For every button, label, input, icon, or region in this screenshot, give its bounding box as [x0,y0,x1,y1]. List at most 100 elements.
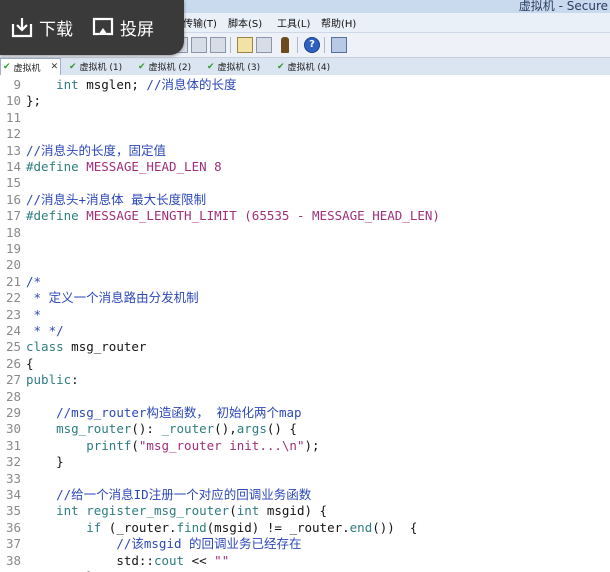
code-line: 19 [0,241,610,257]
menu-item[interactable]: 帮助(H) [321,15,356,30]
code-line: 37 //该msgid 的回调业务已经存在 [0,536,610,552]
code-text: printf("msg_router init...\n"); [86,437,320,453]
code-line: 11 [0,110,610,126]
code-line: 10}; [0,93,610,109]
code-text: /* [26,273,42,289]
keymap-icon[interactable] [281,37,289,53]
code-text: int register_msg_router(int msgid) { [56,503,328,519]
download-icon [11,18,33,38]
menu-item[interactable]: 脚本(S) [228,15,262,30]
line-number: 37 [5,536,21,552]
code-line: 35 int register_msg_router(int msgid) { [0,503,610,519]
code-text: { [26,355,34,371]
session-tab[interactable]: ✔ 虚拟机 (3) [205,59,260,74]
print-icon[interactable] [210,37,226,53]
line-number: 30 [5,421,21,437]
help-icon[interactable]: ? [304,37,320,53]
code-line: 13 //消息头的长度，固定值 [0,143,610,159]
session-tab[interactable]: ✔ 虚拟机 (2) [136,59,191,74]
line-number: 32 [5,454,21,470]
session-tab-label: 虚拟机 (2) [148,63,192,73]
code-line: 32 } [0,454,610,470]
line-number: 20 [5,257,21,273]
sftp-icon[interactable] [331,37,347,53]
line-number: 31 [5,437,21,453]
terminal-code-view[interactable]: 9 int msglen; //消息体的长度 10}; 11 12 13 //消息头的长度… [0,75,610,572]
line-number: 12 [5,126,21,142]
code-line: 27 public: [0,372,610,388]
code-text: msg_router(): _router(),args() { [56,421,297,437]
session-tab-label: 虚拟机 [13,63,41,74]
line-number: 18 [5,224,21,240]
close-tab-icon[interactable]: ✕ [51,62,59,72]
line-number: 19 [5,241,21,256]
line-number: 36 [5,519,21,535]
code-line: 16 //消息头+消息体 最大长度限制 [0,192,610,208]
code-line: 38 std::cout << "" [0,553,610,569]
menu-item[interactable]: 传输(T) [183,15,217,30]
cast-button[interactable]: 投屏 [91,14,154,40]
print-setup-icon[interactable] [191,37,207,53]
code-line: 28 [0,389,610,405]
code-line: 25 class msg_router [0,339,610,355]
code-line: 17 #define MESSAGE_LENGTH_LIMIT (65535 - … [0,208,610,224]
cast-icon [92,17,114,36]
code-text: //msg_router构造函数， 初始化两个map [56,405,302,420]
line-number: 29 [5,405,21,420]
code-text: #define MESSAGE_HEAD_LEN 8 [26,159,222,174]
code-text: * */ [26,323,64,338]
code-line: 29 //msg_router构造函数， 初始化两个map [0,405,610,421]
session-tab-bar: ✔ 虚拟机 ✕ ✔ 虚拟机 (1) ✔ 虚拟机 (2) ✔ 虚拟机 (3) ✔ 虚拟机 (4) [0,58,610,76]
session-tab[interactable]: ✔ 虚拟机 (1) [67,59,122,74]
code-line: 21 /* [0,274,610,290]
code-text: std::cout << "" [116,552,230,568]
code-text: } [26,454,64,470]
code-text: public: [26,372,79,388]
download-button[interactable]: 下载 [10,14,73,40]
line-number: 23 [5,306,21,322]
code-line: 23 * [0,307,610,323]
code-line: 34 //给一个消息ID注册一个对应的回调业务函数 [0,487,610,503]
menu-item[interactable]: 工具(L) [277,15,310,30]
window-title: 虚拟机 - Secure [518,0,608,13]
code-text: class msg_router [26,339,147,355]
code-line: 26 { [0,356,610,372]
line-number: 11 [5,109,21,125]
code-line: 12 [0,126,610,142]
line-number: 26 [5,355,21,371]
code-line: 14 #define MESSAGE_HEAD_LEN 8 [0,159,610,175]
line-number: 14 [5,159,21,174]
line-number: 17 [5,208,21,224]
session-tab[interactable]: ✔ 虚拟机 ✕ [0,58,62,75]
connected-check-icon: ✔ [277,61,285,72]
line-number: 35 [5,503,21,519]
code-text: * 定义一个消息路由分发机制 [26,290,199,306]
media-overlay: 下载 投屏 [0,0,184,55]
global-options-icon[interactable] [256,37,272,53]
cast-label: 投屏 [120,19,154,40]
code-line: 9 int msglen; //消息体的长度 [0,77,610,93]
line-number: 24 [5,323,21,338]
line-number: 10 [5,93,21,109]
code-line: 24 * */ [0,323,610,339]
connected-check-icon: ✔ [207,61,215,72]
code-text: //给一个消息ID注册一个对应的回调业务函数 [56,487,312,502]
code-line: 20 [0,257,610,273]
line-number: 13 [5,142,21,158]
line-number: 22 [5,290,21,306]
code-line: 33 [0,471,610,487]
session-tab[interactable]: ✔ 虚拟机 (4) [275,59,330,74]
connected-check-icon: ✔ [69,61,77,72]
code-text: //消息头的长度，固定值 [26,142,167,158]
line-number: 15 [5,175,21,191]
line-number: 34 [5,487,21,502]
code-line: 15 [0,175,610,191]
download-label: 下载 [39,19,73,40]
code-text: if (_router.find(msgid) != _router.end()… [86,519,418,535]
session-tab-label: 虚拟机 (3) [217,63,261,73]
session-options-icon[interactable] [237,37,253,53]
session-tab-label: 虚拟机 (1) [79,63,123,73]
code-text: int msglen; //消息体的长度 [56,77,237,92]
code-line: 18 [0,225,610,241]
line-number: 21 [5,273,21,289]
